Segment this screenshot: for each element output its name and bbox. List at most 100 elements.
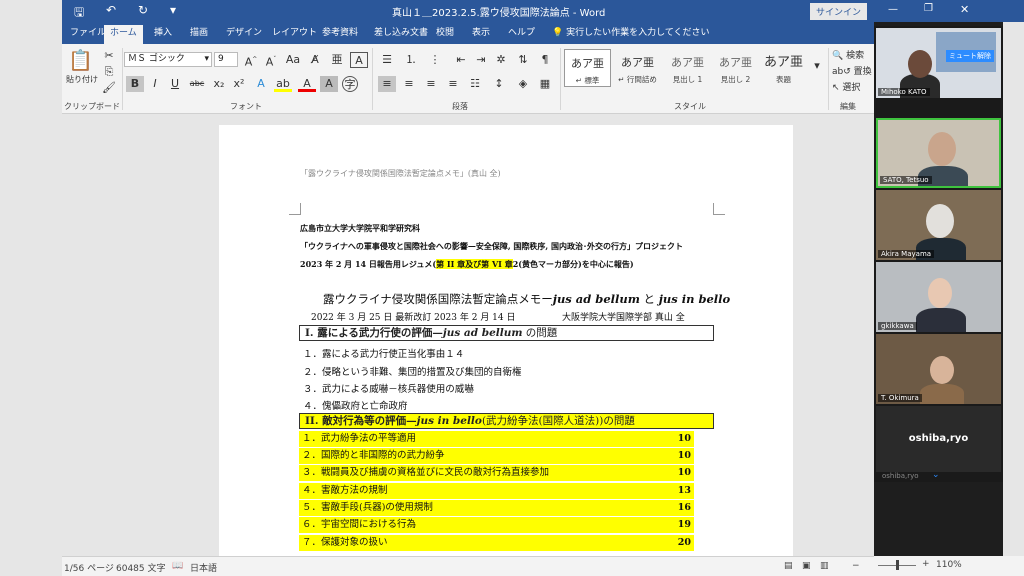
numbering-icon[interactable]: ⒈	[402, 52, 420, 68]
tab-review[interactable]: 校閲	[430, 25, 460, 44]
cut-icon[interactable]: ✂	[100, 48, 118, 64]
styles-more-icon[interactable]: ▾	[808, 58, 826, 74]
subscript-button[interactable]: x₂	[210, 76, 228, 92]
char-shading-icon[interactable]: A	[320, 76, 338, 92]
tab-mailings[interactable]: 差し込み文書	[368, 25, 434, 44]
tab-draw[interactable]: 描画	[184, 25, 214, 44]
participant-tile[interactable]: SATO, Tetsuo	[876, 118, 1001, 188]
format-painter-icon[interactable]: 🖌	[100, 80, 118, 96]
redo-icon[interactable]: ↻	[138, 3, 148, 17]
style-name: 表題	[776, 75, 791, 84]
superscript-button[interactable]: x²	[230, 76, 248, 92]
distribute-icon[interactable]: ☷	[466, 76, 484, 92]
tab-help[interactable]: ヘルプ	[502, 25, 541, 44]
paste-icon[interactable]: 📋	[68, 48, 93, 72]
signin-button[interactable]: サインイン	[810, 3, 868, 20]
line-spacing-icon[interactable]: ↕	[490, 76, 508, 92]
style-no-spacing[interactable]: あア亜 ↵ 行間詰め	[614, 49, 661, 87]
font-name-combo[interactable]: ＭＳ ゴシック ▾	[124, 52, 212, 67]
zoom-out-icon[interactable]: −	[852, 561, 860, 571]
zoom-gallery: ミュート解除 Mihoko KATO SATO, Tetsuo Akira Ma…	[874, 26, 1003, 482]
participant-tile[interactable]: Akira Mayama	[876, 190, 1001, 260]
style-normal[interactable]: あア亜 ↵ 標準	[564, 49, 611, 87]
bullets-icon[interactable]: ☰	[378, 52, 396, 68]
shrink-font-icon[interactable]: Aˇ	[262, 52, 280, 69]
maximize-icon[interactable]: ❐	[924, 3, 933, 14]
asian-layout-icon[interactable]: ✲	[492, 52, 510, 68]
align-left-icon[interactable]: ≡	[378, 76, 396, 92]
shading-icon[interactable]: ◈	[514, 76, 532, 92]
justify-icon[interactable]: ≡	[444, 76, 462, 92]
style-title[interactable]: あア亜 表題	[760, 49, 807, 87]
tab-design[interactable]: デザイン	[220, 25, 268, 44]
tab-view[interactable]: 表示	[466, 25, 496, 44]
minimize-icon[interactable]: —	[888, 4, 898, 15]
replace-button[interactable]: ab↺ 置換	[832, 64, 872, 77]
grow-font-icon[interactable]: A^	[242, 52, 260, 69]
active-speaker-tile[interactable]: oshiba,ryo	[876, 406, 1001, 472]
enclose-char-icon[interactable]: 字	[342, 76, 358, 92]
font-size-combo[interactable]: 9	[214, 52, 238, 67]
italic-button[interactable]: I	[146, 76, 164, 92]
tab-insert[interactable]: 挿入	[148, 25, 178, 44]
left-margin	[0, 0, 62, 576]
participant-tile[interactable]: gkikkawa	[876, 262, 1001, 332]
bold-button[interactable]: B	[126, 76, 144, 92]
tab-references[interactable]: 参考資料	[316, 25, 364, 44]
document-page[interactable]: 「露ウクライナ侵攻関係国際法暫定論点メモ」(真山 全) 広島市立大学大学院平和学…	[219, 125, 793, 556]
web-layout-icon[interactable]: ▥	[820, 561, 829, 571]
change-case-icon[interactable]: Aa	[284, 52, 302, 68]
copy-icon[interactable]: ⎘	[100, 64, 118, 80]
participant-tile[interactable]: T. Okimura	[876, 334, 1001, 404]
participant-name: Akira Mayama	[878, 250, 935, 258]
underline-button[interactable]: U	[166, 76, 184, 92]
text-effects-icon[interactable]: A	[252, 76, 270, 92]
document-area[interactable]: 「露ウクライナ侵攻関係国際法暫定論点メモ」(真山 全) 広島市立大学大学院平和学…	[62, 115, 874, 556]
highlight-icon[interactable]: ab	[274, 76, 292, 92]
tab-home[interactable]: ホーム	[104, 25, 143, 44]
word-count[interactable]: 60485 文字	[116, 561, 166, 574]
language[interactable]: 日本語	[190, 561, 217, 574]
zoom-level[interactable]: 110%	[936, 560, 962, 570]
participant-head	[928, 278, 952, 308]
close-icon[interactable]: ✕	[960, 3, 969, 16]
read-mode-icon[interactable]: ▤	[784, 561, 793, 571]
title-b: jus ad bellum	[552, 292, 640, 306]
align-right-icon[interactable]: ≡	[422, 76, 440, 92]
style-heading-2[interactable]: あア亜 見出し 2	[712, 49, 759, 87]
font-color-icon[interactable]: A	[298, 76, 316, 92]
borders-icon[interactable]: ▦	[536, 76, 554, 92]
char-border-icon[interactable]: A	[350, 52, 368, 68]
strikethrough-button[interactable]: abc	[188, 76, 206, 92]
show-marks-icon[interactable]: ¶	[536, 52, 554, 68]
sec1-item: ４．傀儡政府と亡命政府	[303, 401, 408, 412]
clear-format-icon[interactable]: A̸	[306, 52, 324, 68]
unmute-badge[interactable]: ミュート解除	[946, 50, 994, 62]
align-center-icon[interactable]: ≡	[400, 76, 418, 92]
style-heading-1[interactable]: あア亜 見出し 1	[664, 49, 711, 87]
paste-button[interactable]: 貼り付け	[66, 74, 98, 85]
tell-me-box[interactable]: 💡 実行したい作業を入力してください	[552, 25, 710, 42]
select-button[interactable]: ↖ 選択	[832, 80, 860, 93]
sec2-item: ５．害敵手段(兵器)の使用規制 16	[299, 500, 694, 516]
multilevel-list-icon[interactable]: ⋮	[426, 52, 444, 68]
increase-indent-icon[interactable]: ⇥	[472, 52, 490, 68]
sec2-item-text: ２．国際的と非国際的の武力紛争	[302, 450, 445, 461]
print-layout-icon[interactable]: ▣	[802, 561, 811, 571]
phonetic-guide-icon[interactable]: 亜	[328, 52, 346, 68]
decrease-indent-icon[interactable]: ⇤	[452, 52, 470, 68]
chevron-down-icon[interactable]: ⌄	[932, 470, 940, 480]
save-icon[interactable]: 🖫	[74, 3, 84, 24]
customize-qat-icon[interactable]: ▾	[170, 3, 176, 17]
participant-tile[interactable]: ミュート解除 Mihoko KATO	[876, 28, 1001, 98]
zoom-controls: + 110%	[874, 556, 1024, 576]
undo-icon[interactable]: ↶	[106, 3, 116, 17]
zoom-slider-thumb[interactable]	[896, 560, 899, 570]
proofing-icon[interactable]: 📖	[172, 561, 183, 571]
style-sample: あア亜	[763, 55, 803, 70]
tab-layout[interactable]: レイアウト	[266, 25, 323, 44]
sort-icon[interactable]: ⇅	[514, 52, 532, 68]
page-count[interactable]: 1/56 ページ	[64, 561, 114, 574]
find-button[interactable]: 🔍 検索	[832, 48, 864, 61]
zoom-in-icon[interactable]: +	[922, 559, 930, 569]
